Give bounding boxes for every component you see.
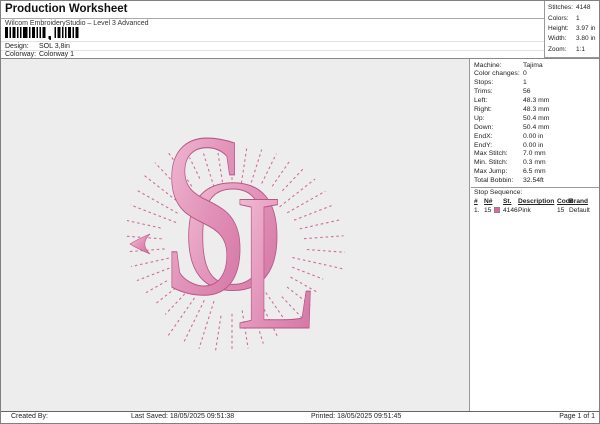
stat-stitches: Stitches:4148 (548, 4, 600, 12)
info-value: 48.3 mm (523, 106, 549, 113)
stat-zoom: Zoom: 1:1 (548, 46, 600, 54)
cell-needle: 15 (484, 207, 491, 214)
sol-monogram-embroidery-image: O L S (82, 104, 382, 384)
info-value: 1 (523, 79, 527, 86)
info-row-color-changes: Color changes:0 (471, 70, 600, 79)
info-label: Left: (474, 97, 487, 104)
machine-info-panel: Machine: Tajima Color changes:0 Stops: 1 T… (471, 59, 600, 411)
info-row-stops: Stops: 1 (471, 79, 600, 88)
info-row-trims: Trims: 56 (471, 88, 600, 97)
stat-colors: Colors: 1 (548, 15, 600, 23)
info-value: 50.4 mm (523, 124, 549, 131)
info-label: Max Jump: (474, 168, 507, 175)
production-worksheet-page: Production Worksheet Wilcom EmbroiderySt… (0, 0, 600, 424)
stat-label: Colors: (548, 15, 569, 22)
created-by-label: Created By: (11, 413, 48, 420)
stat-label: Height: (548, 25, 569, 32)
page-title: Production Worksheet (5, 3, 127, 15)
stat-height: Height: 3.97 in (548, 25, 600, 33)
cell-stitches: 4146 (503, 207, 518, 214)
col-brand: Brand (569, 198, 588, 205)
info-value: 32.54ft (523, 177, 544, 184)
panel-divider (471, 187, 600, 188)
info-label: Stops: (474, 79, 493, 86)
stat-value: 1 (576, 15, 580, 22)
info-label: Down: (474, 124, 493, 131)
info-label: EndX: (474, 133, 493, 140)
info-label: Color changes: (474, 70, 520, 77)
info-row-endx: EndX: 0.00 in (471, 133, 600, 142)
info-label: Min. Stitch: (474, 159, 508, 166)
col-description: Description (518, 198, 554, 205)
last-saved-text: Last Saved: 18/05/2025 09:51:38 (131, 413, 234, 420)
stop-sequence-header-row: # N# St. Description Code Brand (471, 198, 600, 206)
footer-bar: Created By: Last Saved: 18/05/2025 09:51… (1, 413, 599, 424)
colorway-row: Colorway: Colorway 1 (5, 51, 36, 58)
info-row-max-stitch: Max Stitch: 7.0 mm (471, 150, 600, 159)
info-row-right: Right: 48.3 mm (471, 106, 600, 115)
summary-stats-box: Stitches:4148 Colors: 1 Height: 3.97 in Wi… (544, 1, 600, 58)
info-label: Total Bobbin: (474, 177, 513, 184)
info-row-min-stitch: Min. Stitch: 0.3 mm (471, 159, 600, 168)
info-row-total-bobbin: Total Bobbin: 32.54ft (471, 177, 600, 186)
design-value: SOL 3,8in (39, 43, 70, 50)
printed-text: Printed: 18/05/2025 09:51:45 (311, 413, 401, 420)
info-value: 6.5 mm (523, 168, 546, 175)
col-stitches: St. (503, 198, 511, 205)
info-label: Machine: (474, 62, 502, 69)
stat-value: 4148 (576, 4, 590, 11)
info-value: 50.4 mm (523, 115, 549, 122)
stop-sequence-title: Stop Sequence: (474, 189, 522, 196)
info-value: 56 (523, 88, 531, 95)
info-value: 48.3 mm (523, 97, 549, 104)
info-value: 0.00 in (523, 142, 543, 149)
cell-num: 1. (474, 207, 480, 214)
header-divider-2 (1, 50, 545, 51)
stat-label: Stitches: (548, 4, 573, 11)
info-row-endy: EndY: 0.00 in (471, 142, 600, 151)
col-needle: N# (484, 198, 492, 205)
colorway-label: Colorway: (5, 51, 36, 58)
title-divider (1, 18, 545, 19)
stat-label: Zoom: (548, 46, 566, 53)
info-label: Right: (474, 106, 492, 113)
cell-brand: Default (569, 207, 590, 214)
info-row-max-jump: Max Jump: 6.5 mm (471, 168, 600, 177)
info-value: 0 (523, 70, 527, 77)
info-value: 0.00 in (523, 133, 543, 140)
info-value: 0.3 mm (523, 159, 546, 166)
stat-value: 3.97 in (576, 25, 596, 32)
info-row-up: Up: 50.4 mm (471, 115, 600, 124)
info-label: Max Stitch: (474, 150, 508, 157)
info-value: 7.0 mm (523, 150, 546, 157)
stat-value: 3.80 in (576, 35, 596, 42)
design-label: Design: (5, 43, 29, 50)
info-value: Tajima (523, 62, 543, 69)
thread-color-swatch (494, 207, 500, 213)
design-name-row: Design: SOL 3,8in (5, 43, 29, 50)
info-row-left: Left: 48.3 mm (471, 97, 600, 106)
info-label: Up: (474, 115, 485, 122)
software-name: Wilcom EmbroideryStudio – Level 3 Advanc… (5, 20, 149, 27)
barcode-icon (5, 27, 83, 40)
stat-width: Width: 3.80 in (548, 35, 600, 43)
info-label: EndY: (474, 142, 492, 149)
cell-code: 15 (557, 207, 564, 214)
machine-info-rows: Machine: Tajima Color changes:0 Stops: 1 T… (471, 59, 600, 186)
page-number: Page 1 of 1 (559, 413, 595, 420)
colorway-value: Colorway 1 (39, 51, 74, 58)
info-row-down: Down: 50.4 mm (471, 124, 600, 133)
design-preview-area: O L S (1, 59, 470, 411)
stop-sequence-row: 1. 15 4146 Pink 15 Default (471, 207, 600, 215)
info-row-machine: Machine: Tajima (471, 62, 600, 71)
col-num: # (474, 198, 478, 205)
header-divider-1 (1, 41, 545, 42)
stat-value: 1:1 (576, 46, 585, 53)
info-label: Trims: (474, 88, 493, 95)
stat-label: Width: (548, 35, 566, 42)
monogram-letter-s: S (161, 104, 250, 344)
cell-description: Pink (518, 207, 531, 214)
